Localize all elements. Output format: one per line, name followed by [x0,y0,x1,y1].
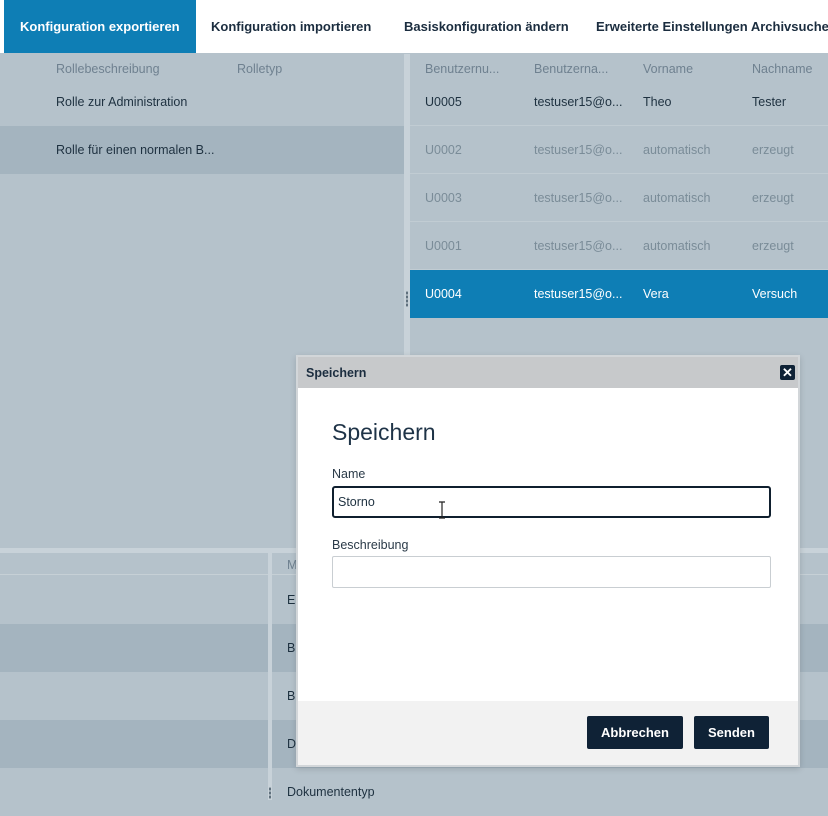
user-name: testuser15@o... [534,239,623,253]
column-header-vorname[interactable]: Vorname [643,62,693,76]
name-label: Name [332,467,366,481]
user-number: U0001 [425,239,462,253]
table-row[interactable]: Rolle für einen normalen B... [0,126,404,174]
column-header-benutzername[interactable]: Benutzerna... [534,62,608,76]
description-label: Beschreibung [332,538,409,552]
role-description: Rolle zur Administration [56,95,188,109]
user-number: U0004 [425,287,462,301]
user-first-name: automatisch [643,143,711,157]
tab-konfiguration-importieren[interactable]: Konfiguration importieren [211,0,371,53]
table-row[interactable]: U0003 testuser15@o... automatisch erzeug… [410,174,828,222]
table-row[interactable]: Dokumententyp [272,768,828,816]
tab-bar: Konfiguration exportieren Konfiguration … [0,0,828,53]
table-row[interactable]: Rolle zur Administration [0,78,404,126]
user-first-name: automatisch [643,239,711,253]
user-last-name: Versuch [752,287,798,301]
bottom-left-grid [0,553,268,800]
close-icon: ✕ [782,365,793,380]
list-item: B [287,689,296,703]
user-name: testuser15@o... [534,95,623,109]
list-item: B [287,641,296,655]
splitter-grip-icon [269,787,271,799]
description-input[interactable] [332,556,771,588]
splitter-grip-icon [406,291,408,307]
save-dialog: Speichern ✕ Speichern Name Beschreibung … [296,355,800,767]
cancel-button[interactable]: Abbrechen [587,716,683,749]
user-name: testuser15@o... [534,143,623,157]
column-header-rollebeschreibung[interactable]: Rollebeschreibung [56,62,160,76]
user-number: U0002 [425,143,462,157]
user-name: testuser15@o... [534,287,623,301]
table-row[interactable] [0,720,268,768]
user-last-name: Tester [752,95,787,109]
user-name: testuser15@o... [534,191,623,205]
table-row[interactable] [0,624,268,672]
text-cursor-icon [439,501,445,519]
close-button[interactable]: ✕ [780,365,795,380]
header-divider [0,574,268,575]
tab-erweiterte-einstellungen[interactable]: Erweiterte Einstellungen Archivsuche [596,0,828,53]
table-row[interactable]: U0005 testuser15@o... Theo Tester [410,78,828,126]
dialog-titlebar[interactable]: Speichern ✕ [298,357,798,388]
submit-button[interactable]: Senden [694,716,769,749]
user-first-name: Vera [643,287,669,301]
table-row-selected[interactable]: U0004 testuser15@o... Vera Versuch [410,270,828,318]
table-row[interactable]: U0001 testuser15@o... automatisch erzeug… [410,222,828,270]
user-number: U0003 [425,191,462,205]
table-row[interactable]: U0002 testuser15@o... automatisch erzeug… [410,126,828,174]
user-number: U0005 [425,95,462,109]
dialog-window-title: Speichern [306,366,367,380]
list-item: Dokumententyp [287,785,375,799]
column-header-rolletyp[interactable]: Rolletyp [237,62,282,76]
dialog-footer: Abbrechen Senden [298,701,798,765]
user-last-name: erzeugt [752,239,794,253]
user-last-name: erzeugt [752,191,794,205]
tab-basiskonfiguration-aendern[interactable]: Basiskonfiguration ändern [404,0,569,53]
dialog-heading: Speichern [332,419,436,445]
name-input[interactable] [332,486,771,518]
list-item: D [287,737,297,751]
role-description: Rolle für einen normalen B... [56,143,215,157]
user-first-name: automatisch [643,191,711,205]
column-header-nachname[interactable]: Nachname [752,62,812,76]
column-header-benutzernummer[interactable]: Benutzernu... [425,62,499,76]
user-first-name: Theo [643,95,672,109]
tab-konfiguration-exportieren[interactable]: Konfiguration exportieren [4,0,196,53]
user-last-name: erzeugt [752,143,794,157]
